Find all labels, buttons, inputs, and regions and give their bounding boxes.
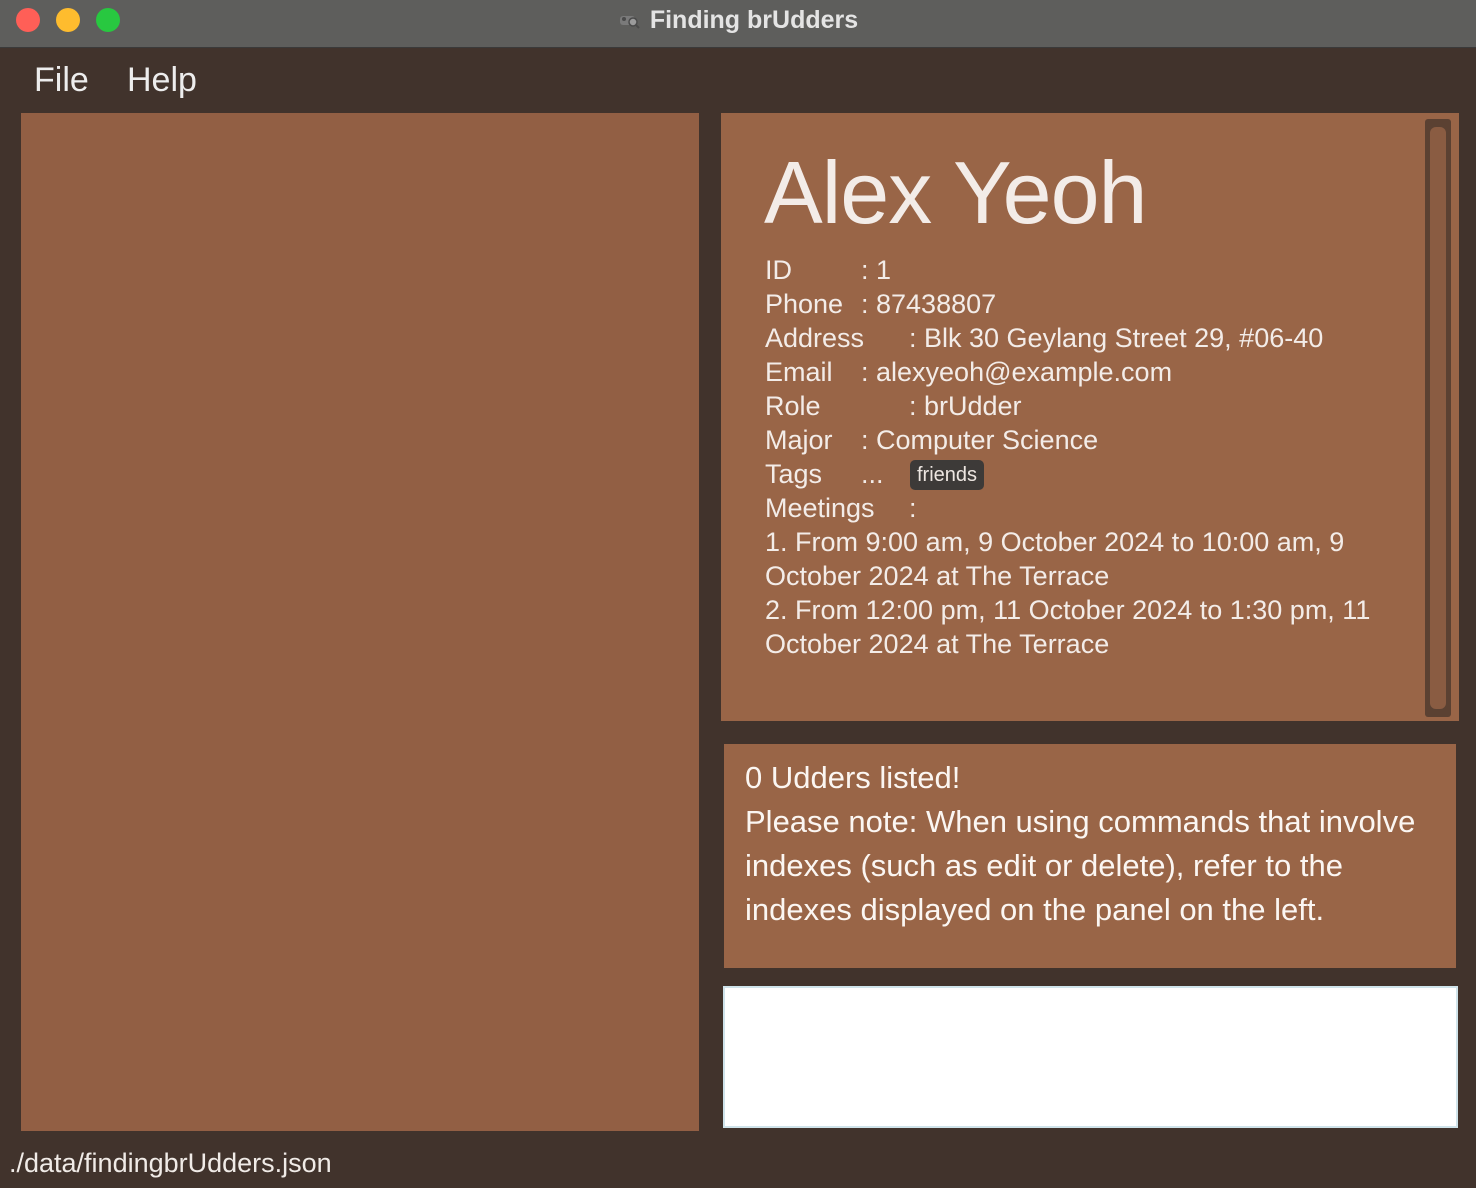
id-value: : 1 xyxy=(861,255,892,285)
menu-help[interactable]: Help xyxy=(127,60,197,100)
role-label: Role xyxy=(765,391,821,421)
phone-label: Phone xyxy=(765,289,844,319)
meetings-separator: : xyxy=(909,493,917,523)
result-message: 0 Udders listed! xyxy=(745,760,961,795)
tag-chip: friends xyxy=(910,460,985,490)
meetings-label: Meetings xyxy=(765,493,875,523)
command-box[interactable] xyxy=(723,986,1458,1128)
menu-bar: File Help xyxy=(0,48,1476,112)
detail-scrollbar[interactable] xyxy=(1425,119,1451,717)
phone-value: : 87438807 xyxy=(861,289,997,319)
role-value: : brUdder xyxy=(909,391,1022,421)
meeting-item: 2. From 12:00 pm, 11 October 2024 to 1:3… xyxy=(765,595,1371,659)
result-note: Please note: When using commands that in… xyxy=(745,804,1416,927)
email-value: : alexyeoh@example.com xyxy=(861,357,1173,387)
window-title: Finding brUdders xyxy=(649,6,859,34)
status-file-path: ./data/findingbrUdders.json xyxy=(9,1148,332,1178)
meetings-row: Meetings : xyxy=(765,491,1395,525)
tags-label: Tags xyxy=(765,459,823,489)
email-label: Email xyxy=(765,357,833,387)
major-value: : Computer Science xyxy=(861,425,1099,455)
tags-separator: ... xyxy=(861,459,884,489)
major-row: Major : Computer Science xyxy=(765,423,1395,457)
cow-icon xyxy=(618,6,640,29)
address-value: : Blk 30 Geylang Street 29, #06-40 xyxy=(909,323,1324,353)
title-bar: Finding brUdders xyxy=(0,0,1476,48)
command-input[interactable] xyxy=(725,988,1456,1126)
phone-row: Phone : 87438807 xyxy=(765,287,1395,321)
id-row: ID : 1 xyxy=(765,253,1395,287)
menu-file[interactable]: File xyxy=(34,60,89,100)
app-window: Finding brUdders File Help Alex Yeoh ID … xyxy=(0,0,1476,1188)
window-title-area: Finding brUdders xyxy=(0,5,1476,35)
person-list-panel[interactable] xyxy=(21,113,699,1131)
person-detail-panel: Alex Yeoh ID : 1 Phone : 87438807 Addres… xyxy=(721,113,1459,721)
tags-row: Tags ... friends xyxy=(765,457,1395,491)
address-label: Address xyxy=(765,323,865,353)
person-name: Alex Yeoh xyxy=(764,143,1147,242)
major-label: Major xyxy=(765,425,833,455)
result-display: 0 Udders listed! Please note: When using… xyxy=(724,744,1456,968)
role-row: Role : brUdder xyxy=(765,389,1395,423)
email-row: Email : alexyeoh@example.com xyxy=(765,355,1395,389)
person-fields: ID : 1 Phone : 87438807 Address : Blk 30… xyxy=(765,253,1395,661)
result-text: 0 Udders listed! Please note: When using… xyxy=(745,756,1435,932)
id-label: ID xyxy=(765,255,792,285)
address-row: Address : Blk 30 Geylang Street 29, #06-… xyxy=(765,321,1395,355)
detail-scrollbar-thumb[interactable] xyxy=(1430,127,1446,709)
meeting-item: 1. From 9:00 am, 9 October 2024 to 10:00… xyxy=(765,527,1345,591)
